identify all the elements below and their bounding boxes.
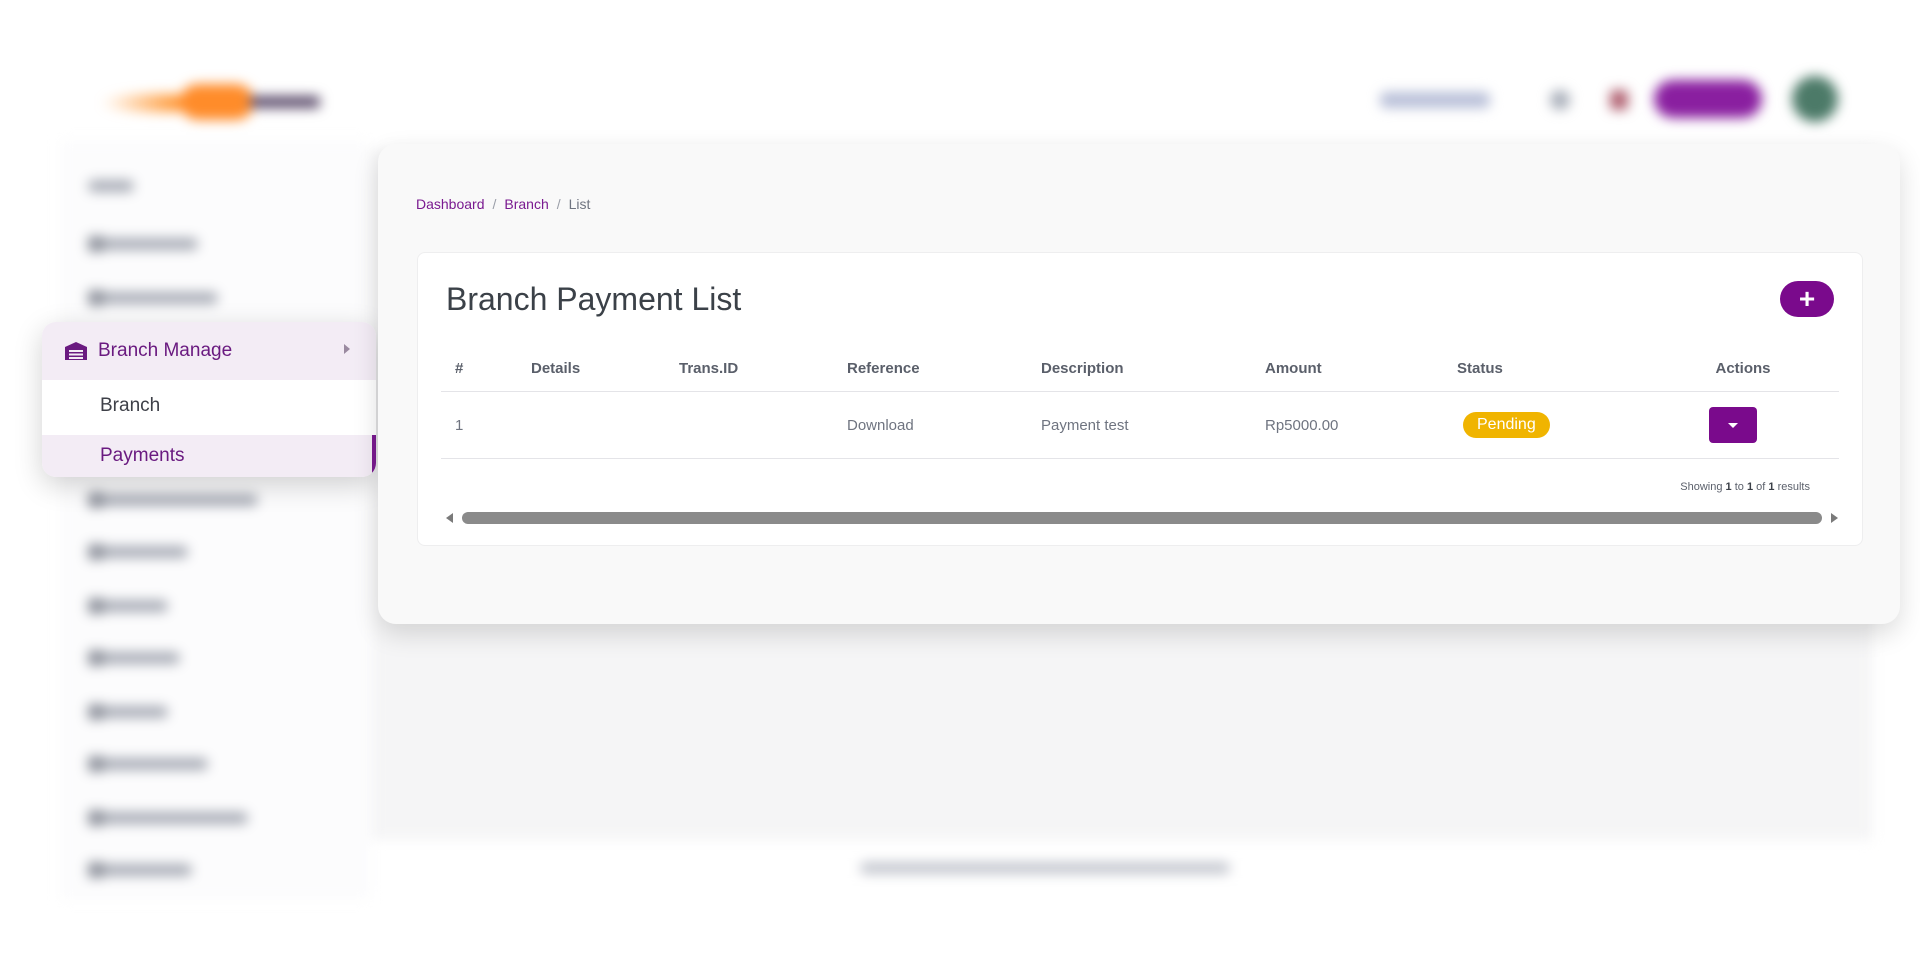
column-header-amount: Amount [1251,345,1443,392]
topbar-button[interactable] [1654,80,1762,118]
column-header-actions: Actions [1647,345,1839,392]
table-header-row: # Details Trans.ID Reference Description… [441,345,1839,392]
pagination-to-word: to [1734,481,1744,493]
sidebar-group-label: Branch Manage [98,340,233,361]
pagination-total: 1 [1768,481,1775,493]
cell-description: Payment test [1027,391,1251,459]
cell-trans-id [665,391,833,459]
sidebar-item[interactable] [88,544,188,560]
cell-amount: Rp5000.00 [1251,391,1443,459]
scrollbar-thumb[interactable] [462,512,1822,524]
column-header-status: Status [1443,345,1647,392]
breadcrumb: Dashboard / Branch / List [416,196,590,212]
scroll-left-arrow-icon[interactable] [446,513,453,523]
sidebar-item-payments[interactable]: Payments [42,435,376,477]
sidebar-item-label: Branch [100,395,161,416]
app-logo [100,80,320,124]
breadcrumb-dashboard[interactable]: Dashboard [416,196,485,212]
payment-list-panel: Branch Payment List + # Details Trans.ID… [417,252,1863,546]
warehouse-icon [64,341,88,361]
language-selector[interactable] [1380,92,1490,108]
table-row: 1 Download Payment test Rp5000.00 Pendin… [441,391,1839,459]
column-header-reference: Reference [833,345,1027,392]
sidebar-item[interactable] [88,598,168,614]
sidebar-item[interactable] [88,810,248,826]
caret-down-icon [1728,422,1738,428]
breadcrumb-branch[interactable]: Branch [504,196,548,212]
fullscreen-icon[interactable] [1550,90,1570,110]
pagination-to: 1 [1746,481,1754,493]
pagination-from: 1 [1725,481,1732,493]
sidebar-item[interactable] [88,236,198,252]
sidebar-item[interactable] [88,492,258,508]
main-card: Dashboard / Branch / List Branch Payment… [378,144,1900,624]
pagination-suffix: results [1777,481,1810,493]
plus-icon: + [1798,283,1816,314]
payments-table: # Details Trans.ID Reference Description… [441,345,1839,459]
sidebar-item[interactable] [88,862,192,878]
breadcrumb-separator: / [492,196,497,212]
download-link[interactable]: Download [847,417,914,434]
sidebar-item[interactable] [88,756,208,772]
cell-actions [1647,391,1839,459]
sidebar-item[interactable] [88,704,168,720]
horizontal-scrollbar[interactable] [446,511,1838,525]
chevron-right-icon [344,344,350,354]
sidebar-heading [88,180,134,192]
sidebar-item[interactable] [88,650,180,666]
status-badge: Pending [1463,412,1550,438]
pagination-prefix: Showing [1680,481,1723,493]
sidebar-item[interactable] [88,290,218,306]
sidebar [60,140,370,900]
cell-reference: Download [833,391,1027,459]
breadcrumb-current: List [568,196,591,212]
sidebar-group-branch-manage[interactable]: Branch Manage [42,322,376,380]
sidebar-item-branch[interactable]: Branch [42,384,376,428]
column-header-description: Description [1027,345,1251,392]
cell-number: 1 [441,391,517,459]
branch-manage-menu: Branch Manage Branch Payments [42,322,376,477]
cell-status: Pending [1443,391,1647,459]
cell-details [517,391,665,459]
page-title: Branch Payment List [446,281,742,317]
add-payment-button[interactable]: + [1780,281,1834,317]
footer-copyright [860,862,1230,874]
notification-icon[interactable] [1610,90,1628,110]
column-header-number: # [441,345,517,392]
breadcrumb-separator: / [556,196,561,212]
scroll-right-arrow-icon[interactable] [1831,513,1838,523]
row-actions-dropdown-button[interactable] [1709,407,1757,443]
pagination-summary: Showing 1 to 1 of 1 results [1680,481,1810,493]
column-header-trans-id: Trans.ID [665,345,833,392]
top-bar-actions [1360,76,1920,122]
avatar[interactable] [1792,76,1838,122]
pagination-of-word: of [1756,481,1766,493]
column-header-details: Details [517,345,665,392]
sidebar-item-label: Payments [100,445,185,466]
